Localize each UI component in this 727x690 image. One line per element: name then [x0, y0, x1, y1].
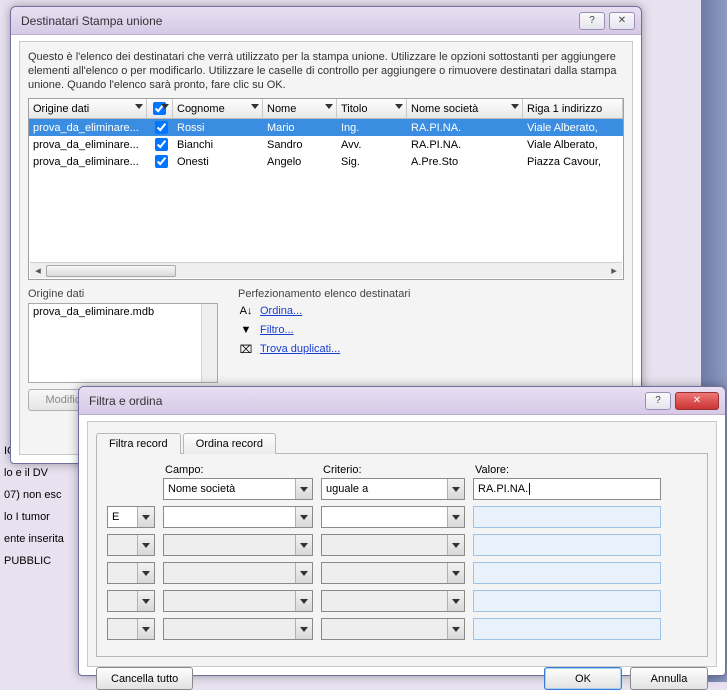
- bg-text: 07) non esc: [4, 484, 80, 506]
- cell-societa: A.Pre.Sto: [407, 156, 523, 168]
- table-row[interactable]: prova_da_eliminare... Rossi Mario Ing. R…: [29, 119, 623, 136]
- criterio-combo: [321, 618, 465, 640]
- valore-input[interactable]: [473, 506, 661, 528]
- tab-filter[interactable]: Filtra record: [96, 433, 181, 454]
- filter-row: E: [107, 506, 697, 528]
- perf-label: Perfezionamento elenco destinatari: [238, 288, 624, 300]
- cancel-button[interactable]: Annulla: [630, 667, 708, 690]
- titlebar[interactable]: Destinatari Stampa unione ? ✕: [11, 7, 641, 35]
- origine-label: Origine dati: [28, 288, 238, 300]
- bg-text: PUBBLIC: [4, 550, 80, 572]
- col-indirizzo[interactable]: Riga 1 indirizzo: [523, 99, 623, 118]
- cell-societa: RA.PI.NA.: [407, 122, 523, 134]
- clear-all-button[interactable]: Cancella tutto: [96, 667, 193, 690]
- valore-input: [473, 534, 661, 556]
- cell-titolo: Ing.: [337, 122, 407, 134]
- criterio-combo: [321, 534, 465, 556]
- operator-combo[interactable]: E: [107, 506, 155, 528]
- cell-src: prova_da_eliminare...: [29, 122, 147, 134]
- cell-cognome: Onesti: [173, 156, 263, 168]
- recipients-table: Origine dati Cognome Nome Titolo Nome so…: [28, 98, 624, 280]
- criterio-combo[interactable]: uguale a: [321, 478, 465, 500]
- h-scrollbar[interactable]: ◂ ▸: [30, 262, 622, 278]
- filter-panel: Campo: Criterio: Valore: Nome società ug…: [96, 453, 708, 657]
- cell-src: prova_da_eliminare...: [29, 156, 147, 168]
- campo-combo: [163, 590, 313, 612]
- dialog-title: Destinatari Stampa unione: [21, 14, 575, 28]
- hdr-campo: Campo:: [165, 464, 315, 476]
- duplicates-link[interactable]: Trova duplicati...: [260, 343, 340, 355]
- cell-indirizzo: Piazza Cavour,: [523, 156, 623, 168]
- cell-check[interactable]: [147, 152, 173, 171]
- help-button[interactable]: ?: [645, 392, 671, 410]
- dialog-title: Filtra e ordina: [89, 394, 641, 408]
- criterio-combo: [321, 590, 465, 612]
- cell-titolo: Sig.: [337, 156, 407, 168]
- cell-titolo: Avv.: [337, 139, 407, 151]
- bg-text: lo e il DV: [4, 462, 80, 484]
- scroll-thumb[interactable]: [46, 265, 176, 277]
- filter-row: [107, 590, 697, 612]
- col-societa[interactable]: Nome società: [407, 99, 523, 118]
- col-cognome[interactable]: Cognome: [173, 99, 263, 118]
- filter-icon: ▼: [238, 322, 254, 338]
- campo-combo: [163, 562, 313, 584]
- table-row[interactable]: prova_da_eliminare... Bianchi Sandro Avv…: [29, 136, 623, 153]
- valore-input: [473, 590, 661, 612]
- valore-input: [473, 562, 661, 584]
- duplicates-icon: ⌧: [238, 341, 254, 357]
- intro-text: Questo è l'elenco dei destinatari che ve…: [28, 50, 624, 92]
- scroll-left-icon[interactable]: ◂: [30, 264, 46, 278]
- cell-cognome: Bianchi: [173, 139, 263, 151]
- cell-nome: Angelo: [263, 156, 337, 168]
- operator-combo: [107, 534, 155, 556]
- col-nome[interactable]: Nome: [263, 99, 337, 118]
- operator-combo: [107, 562, 155, 584]
- origine-item[interactable]: prova_da_eliminare.mdb: [33, 306, 154, 318]
- close-button[interactable]: ✕: [675, 392, 719, 410]
- criterio-combo[interactable]: [321, 506, 465, 528]
- help-button[interactable]: ?: [579, 12, 605, 30]
- filter-row: [107, 562, 697, 584]
- origine-listbox[interactable]: prova_da_eliminare.mdb: [28, 303, 218, 383]
- cell-nome: Sandro: [263, 139, 337, 151]
- hdr-valore: Valore:: [475, 464, 663, 476]
- ok-button[interactable]: OK: [544, 667, 622, 690]
- close-button[interactable]: ✕: [609, 12, 635, 30]
- scroll-right-icon[interactable]: ▸: [606, 264, 622, 278]
- cell-indirizzo: Viale Alberato,: [523, 139, 623, 151]
- sort-icon: A↓: [238, 303, 254, 319]
- filter-row: Nome società uguale a RA.PI.NA.: [107, 478, 697, 500]
- bg-text: lo I tumor: [4, 506, 80, 528]
- campo-combo[interactable]: Nome società: [163, 478, 313, 500]
- cell-indirizzo: Viale Alberato,: [523, 122, 623, 134]
- filter-row: [107, 618, 697, 640]
- valore-input: [473, 618, 661, 640]
- sort-link[interactable]: Ordina...: [260, 305, 302, 317]
- criterio-combo: [321, 562, 465, 584]
- cell-src: prova_da_eliminare...: [29, 139, 147, 151]
- filter-row: [107, 534, 697, 556]
- listbox-scrollbar[interactable]: [201, 304, 217, 382]
- table-row[interactable]: prova_da_eliminare... Onesti Angelo Sig.…: [29, 153, 623, 170]
- cell-nome: Mario: [263, 122, 337, 134]
- operator-combo: [107, 618, 155, 640]
- valore-input[interactable]: RA.PI.NA.: [473, 478, 661, 500]
- cell-societa: RA.PI.NA.: [407, 139, 523, 151]
- operator-combo: [107, 590, 155, 612]
- campo-combo: [163, 618, 313, 640]
- col-titolo[interactable]: Titolo: [337, 99, 407, 118]
- titlebar[interactable]: Filtra e ordina ? ✕: [79, 387, 725, 415]
- filter-link[interactable]: Filtro...: [260, 324, 294, 336]
- col-origine[interactable]: Origine dati: [29, 99, 147, 118]
- filter-sort-dialog: Filtra e ordina ? ✕ Filtra record Ordina…: [78, 386, 726, 676]
- tab-sort[interactable]: Ordina record: [183, 433, 276, 454]
- hdr-criterio: Criterio:: [323, 464, 467, 476]
- col-check-all[interactable]: [147, 99, 173, 118]
- campo-combo[interactable]: [163, 506, 313, 528]
- cell-cognome: Rossi: [173, 122, 263, 134]
- campo-combo: [163, 534, 313, 556]
- bg-text: ente inserita: [4, 528, 80, 550]
